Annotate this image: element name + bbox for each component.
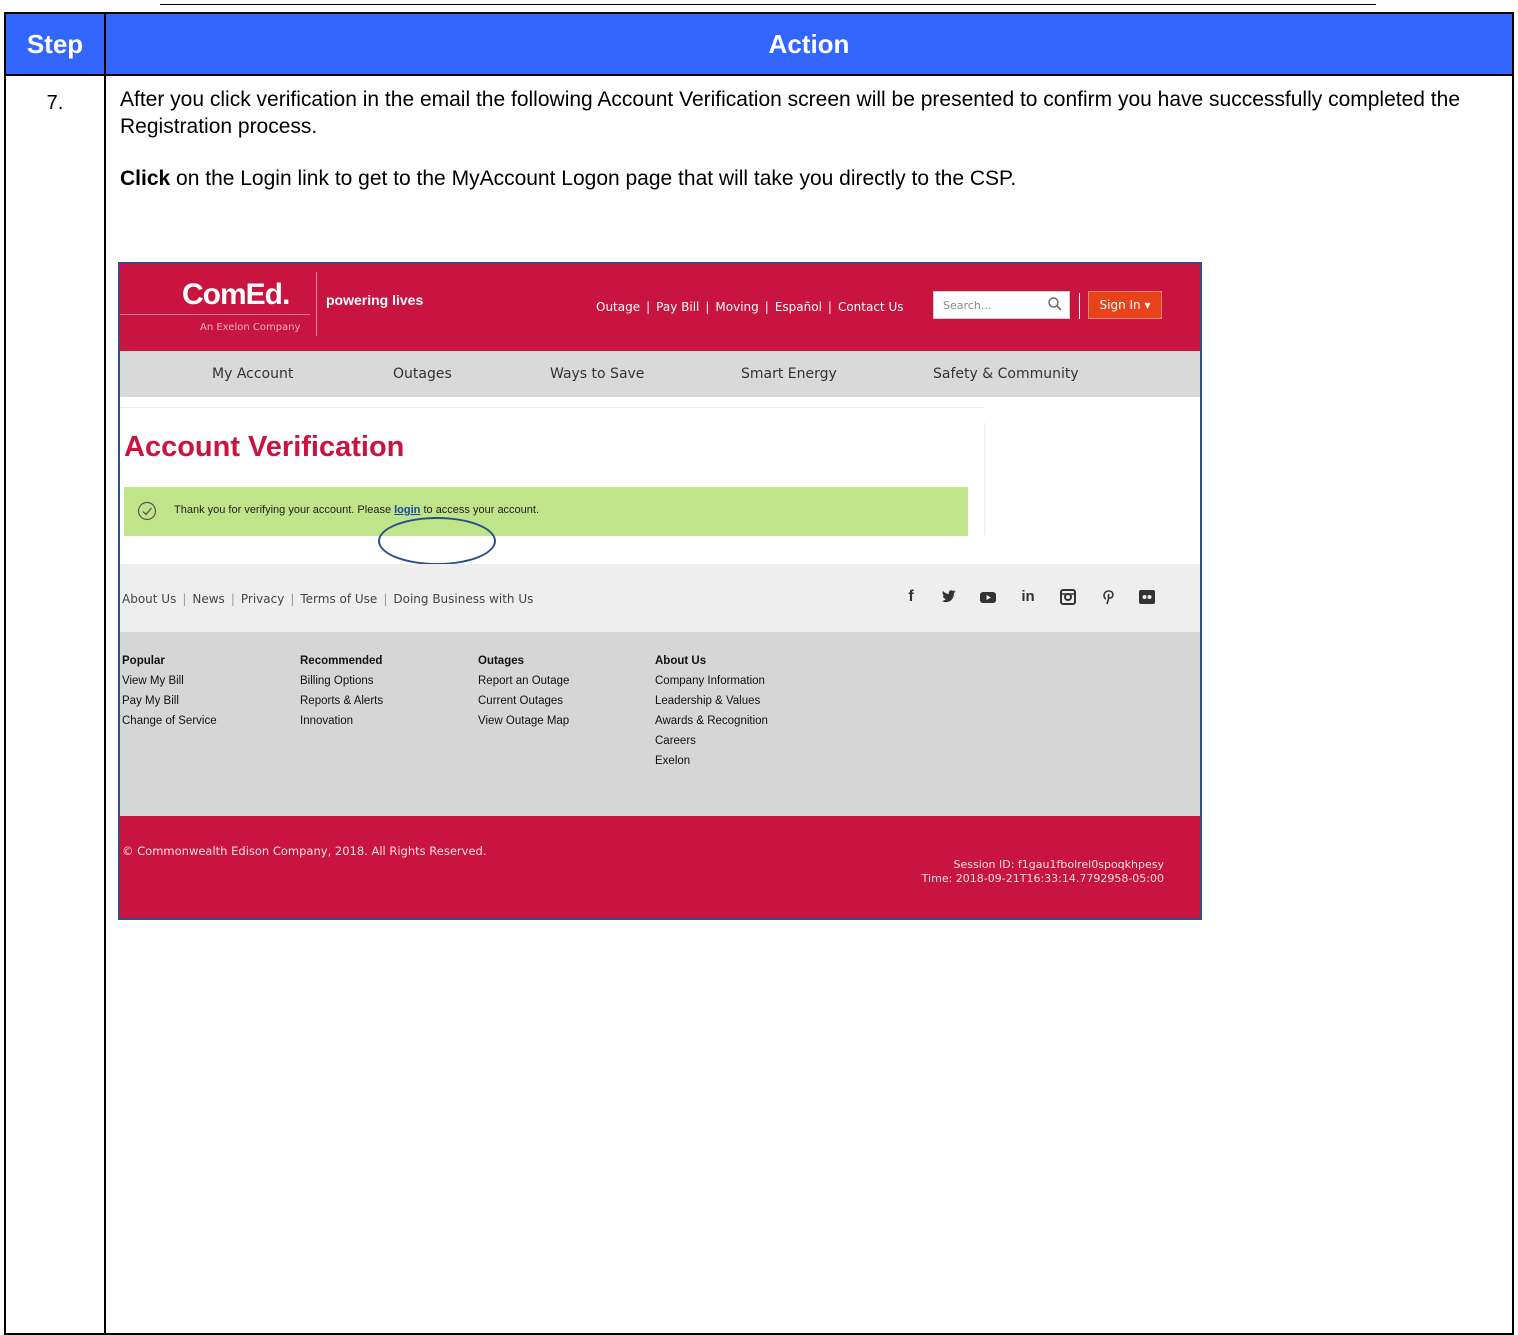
nav-safety-community[interactable]: Safety & Community (933, 366, 1079, 382)
action-header: Action (104, 12, 1514, 76)
footer-link-view-my-bill[interactable]: View My Bill (122, 675, 217, 687)
pay-bill-link[interactable]: Pay Bill (656, 300, 699, 314)
facebook-icon[interactable]: f (900, 586, 922, 608)
footer-link-billing-options[interactable]: Billing Options (300, 675, 383, 687)
footer-link-report-outage[interactable]: Report an Outage (478, 675, 569, 687)
main-nav: My Account Outages Ways to Save Smart En… (120, 351, 1200, 397)
footer-col-heading: Recommended (300, 655, 383, 667)
footer-about-us[interactable]: About Us (122, 592, 176, 606)
footer-col-recommended: Recommended Billing Options Reports & Al… (300, 655, 383, 735)
footer-link-reports-alerts[interactable]: Reports & Alerts (300, 695, 383, 707)
click-keyword: Click (120, 167, 171, 190)
footer-col-about-us: About Us Company Information Leadership … (655, 655, 768, 775)
footer-col-outages: Outages Report an Outage Current Outages… (478, 655, 569, 735)
footer-link-current-outages[interactable]: Current Outages (478, 695, 569, 707)
tagline: powering lives (326, 292, 424, 308)
step-number: 7. (4, 74, 106, 1335)
footer-link-change-of-service[interactable]: Change of Service (122, 715, 217, 727)
site-header: ComEd. An Exelon Company powering lives … (120, 264, 1200, 351)
top-rule (160, 4, 1376, 5)
footer-link-leadership[interactable]: Leadership & Values (655, 695, 768, 707)
footer-doing-business[interactable]: Doing Business with Us (393, 592, 533, 606)
footer-link-outage-map[interactable]: View Outage Map (478, 715, 569, 727)
footer-columns: Popular View My Bill Pay My Bill Change … (120, 632, 1200, 816)
moving-link[interactable]: Moving (715, 300, 758, 314)
session-time: Time: 2018-09-21T16:33:14.7792958-05:00 (921, 872, 1164, 885)
youtube-icon[interactable] (977, 586, 999, 608)
footer-col-heading: Popular (122, 655, 165, 667)
footer-news[interactable]: News (192, 592, 224, 606)
nav-my-account[interactable]: My Account (212, 366, 293, 382)
pinterest-icon[interactable] (1097, 586, 1119, 608)
message-pre: Thank you for verifying your account. Pl… (174, 504, 395, 516)
contact-us-link[interactable]: Contact Us (838, 300, 904, 314)
twitter-icon[interactable] (938, 586, 960, 608)
content-side-rule (984, 423, 985, 535)
nav-ways-to-save[interactable]: Ways to Save (550, 366, 644, 382)
search-divider (1079, 293, 1080, 319)
footer-col-heading: Outages (478, 655, 525, 667)
flickr-icon[interactable] (1136, 586, 1158, 608)
utility-links: Outage | Pay Bill | Moving | Español | Contact U… (596, 300, 904, 314)
click-instruction-text: on the Login link to get to the MyAccoun… (170, 167, 1017, 190)
footer-link-awards[interactable]: Awards & Recognition (655, 715, 768, 727)
instagram-icon[interactable] (1057, 586, 1079, 608)
search-icon[interactable] (1047, 296, 1063, 312)
logo-subtitle: An Exelon Company (200, 322, 301, 333)
footer-col-heading: About Us (655, 655, 707, 667)
session-id: Session ID: f1gau1fbolrel0spoqkhpesy (953, 858, 1164, 871)
message-post: to access your account. (420, 504, 540, 516)
main-content: Account Verification Thank you for verif… (120, 397, 1200, 565)
click-instruction: Click on the Login link to get to the My… (120, 165, 1500, 192)
step-header: Step (4, 12, 106, 76)
footer-link-innovation[interactable]: Innovation (300, 715, 383, 727)
outage-link[interactable]: Outage (596, 300, 640, 314)
espanol-link[interactable]: Español (775, 300, 822, 314)
check-circle-icon (137, 501, 157, 521)
footer-col-popular: Popular View My Bill Pay My Bill Change … (122, 655, 217, 735)
session-info: Session ID: f1gau1fbolrel0spoqkhpesy Tim… (922, 858, 1164, 886)
footer-link-exelon[interactable]: Exelon (655, 755, 768, 767)
instruction-paragraph: After you click verification in the emai… (120, 88, 1461, 138)
header-divider (316, 272, 317, 336)
page-title: Account Verification (124, 431, 405, 463)
search-input[interactable]: Search... (933, 291, 1070, 319)
footer-privacy[interactable]: Privacy (241, 592, 284, 606)
content-rule (120, 407, 984, 408)
nav-smart-energy[interactable]: Smart Energy (741, 366, 837, 382)
footer-link-careers[interactable]: Careers (655, 735, 768, 747)
logo-rule (120, 314, 310, 315)
footer-link-company-info[interactable]: Company Information (655, 675, 768, 687)
highlight-ellipse (378, 517, 496, 565)
footer-links: About Us | News | Privacy | Terms of Use | Doing… (122, 592, 534, 606)
footer-links-bar: About Us | News | Privacy | Terms of Use | Doing… (120, 564, 1200, 632)
login-link[interactable]: login (394, 504, 420, 516)
success-message: Thank you for verifying your account. Pl… (174, 504, 539, 516)
search-placeholder: Search... (943, 299, 992, 312)
account-verification-screenshot: ComEd. An Exelon Company powering lives … (118, 262, 1202, 920)
footer-link-pay-my-bill[interactable]: Pay My Bill (122, 695, 217, 707)
nav-outages[interactable]: Outages (393, 366, 452, 382)
success-banner: Thank you for verifying your account. Pl… (124, 487, 968, 536)
comed-logo[interactable]: ComEd. (182, 278, 290, 312)
copyright-text: © Commonwealth Edison Company, 2018. All… (122, 844, 487, 858)
copyright-bar: © Commonwealth Edison Company, 2018. All… (120, 816, 1200, 918)
linkedin-icon[interactable]: in (1017, 586, 1039, 608)
sign-in-button[interactable]: Sign In ▾ (1088, 291, 1162, 319)
footer-terms[interactable]: Terms of Use (300, 592, 377, 606)
